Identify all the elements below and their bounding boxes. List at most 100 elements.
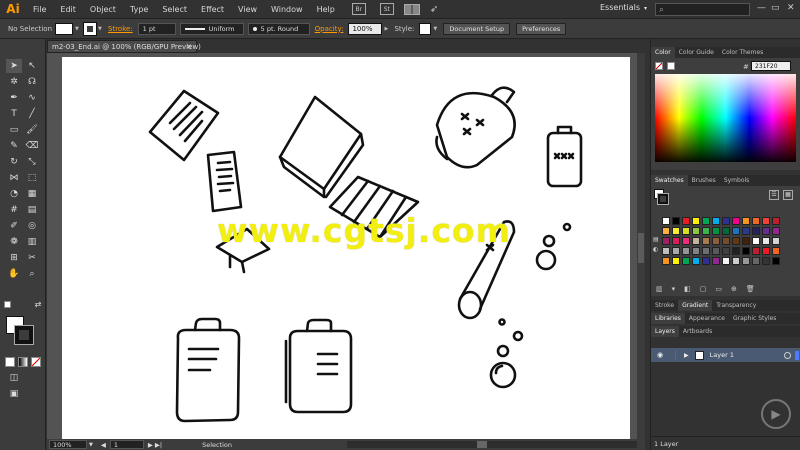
tab-swatches[interactable]: Swatches <box>651 175 688 186</box>
tab-artboards[interactable]: Artboards <box>679 326 716 337</box>
color-swatch[interactable] <box>702 257 710 265</box>
tab-transparency[interactable]: Transparency <box>712 300 760 311</box>
color-swatch[interactable] <box>752 217 760 225</box>
document-tab[interactable]: m2-03_End.ai @ 100% (RGB/GPU Preview) ✕ <box>47 40 201 53</box>
width-tool-icon[interactable]: ⋈ <box>6 171 22 185</box>
layer-row[interactable]: ◉ ▶ Layer 1 <box>651 348 800 362</box>
chevron-down-icon[interactable]: ▼ <box>75 26 82 32</box>
close-window-button[interactable]: ✕ <box>787 3 795 13</box>
stock-button[interactable]: St <box>379 3 394 15</box>
tab-symbols[interactable]: Symbols <box>720 175 753 186</box>
color-swatch[interactable] <box>662 237 670 245</box>
draw-mode-icon[interactable]: ◫ <box>6 371 22 385</box>
color-swatch[interactable] <box>722 247 730 255</box>
tab-layers[interactable]: Layers <box>651 326 679 337</box>
document-setup-button[interactable]: Document Setup <box>443 22 511 35</box>
grid-view-icon[interactable]: ▦ <box>783 190 793 200</box>
eye-icon[interactable]: ◉ <box>657 351 667 359</box>
lock-column[interactable] <box>675 350 676 360</box>
rectangle-tool-icon[interactable]: ▭ <box>6 123 22 137</box>
artboard-tool-icon[interactable]: ⊞ <box>6 251 22 265</box>
menu-effect[interactable]: Effect <box>194 5 231 14</box>
color-swatch[interactable] <box>732 227 740 235</box>
stroke-swatch[interactable] <box>83 21 97 36</box>
color-swatch[interactable] <box>672 257 680 265</box>
opacity-label[interactable]: Opacity: <box>315 25 344 33</box>
canvas-area[interactable]: www.cgtsj.com <box>47 53 645 439</box>
show-kinds-icon[interactable]: ▾ <box>672 285 676 293</box>
pen-tool-icon[interactable]: ✒ <box>6 91 22 105</box>
trash-icon[interactable]: 🗑 <box>746 285 755 293</box>
eraser-tool-icon[interactable]: ⌫ <box>24 139 40 153</box>
color-swatch[interactable] <box>672 247 680 255</box>
color-swatch[interactable] <box>712 227 720 235</box>
hex-color-field[interactable]: 231F20 <box>751 61 791 71</box>
brush-definition[interactable]: 5 pt. Round <box>247 22 310 35</box>
color-swatch[interactable] <box>702 227 710 235</box>
menu-object[interactable]: Object <box>83 5 123 14</box>
tab-color[interactable]: Color <box>651 47 675 58</box>
color-swatch[interactable] <box>702 237 710 245</box>
scrollbar-thumb[interactable] <box>638 233 644 263</box>
direct-selection-tool-icon[interactable]: ↖ <box>24 59 40 73</box>
stroke-label[interactable]: Stroke: <box>108 25 133 33</box>
line-tool-icon[interactable]: ╱ <box>24 107 40 121</box>
chevron-down-icon[interactable]: ▼ <box>98 26 105 32</box>
none-mode-icon[interactable] <box>31 357 41 367</box>
target-icon[interactable] <box>784 351 791 359</box>
color-swatch[interactable] <box>732 247 740 255</box>
layer-name[interactable]: Layer 1 <box>710 351 734 359</box>
minimize-button[interactable]: — <box>757 3 766 13</box>
graphic-style-swatch[interactable] <box>419 22 432 35</box>
stroke-swatch-mini[interactable] <box>657 193 669 205</box>
next-artboard-icon[interactable]: ▶ <box>148 441 153 449</box>
free-transform-tool-icon[interactable]: ⬚ <box>24 171 40 185</box>
chevron-down-icon[interactable]: ▼ <box>433 26 440 32</box>
vertical-scrollbar[interactable] <box>637 53 645 439</box>
curvature-tool-icon[interactable]: ∿ <box>24 91 40 105</box>
color-swatch[interactable] <box>742 237 750 245</box>
color-swatch[interactable] <box>762 247 770 255</box>
color-swatch[interactable] <box>692 237 700 245</box>
color-swatch[interactable] <box>682 227 690 235</box>
color-swatch[interactable] <box>722 227 730 235</box>
stroke-weight-field[interactable]: 1 pt <box>137 22 176 35</box>
symbol-sprayer-tool-icon[interactable]: ❁ <box>6 235 22 249</box>
previous-artboard-icon[interactable]: ◀ <box>101 441 106 449</box>
color-swatch[interactable] <box>672 217 680 225</box>
variable-width-profile[interactable]: Uniform <box>179 22 244 35</box>
shape-builder-tool-icon[interactable]: ◔ <box>6 187 22 201</box>
color-group-icon[interactable]: ▢ <box>700 285 707 293</box>
none-color-icon[interactable] <box>655 62 663 70</box>
color-swatch[interactable] <box>692 257 700 265</box>
color-swatch[interactable] <box>722 217 730 225</box>
color-swatch[interactable] <box>672 227 680 235</box>
gradient-tool-icon[interactable]: ▤ <box>24 203 40 217</box>
color-swatch[interactable] <box>732 237 740 245</box>
color-swatch[interactable] <box>772 217 780 225</box>
color-swatch[interactable] <box>762 217 770 225</box>
opacity-field[interactable]: 100% <box>348 22 383 35</box>
eyedropper-tool-icon[interactable]: ✐ <box>6 219 22 233</box>
color-swatch[interactable] <box>752 227 760 235</box>
color-swatch[interactable] <box>732 217 740 225</box>
color-swatch[interactable] <box>732 257 740 265</box>
rotate-tool-icon[interactable]: ↻ <box>6 155 22 169</box>
color-swatch[interactable] <box>712 257 720 265</box>
color-swatch[interactable] <box>752 237 760 245</box>
color-swatch[interactable] <box>662 227 670 235</box>
library-menu-icon[interactable]: ▥ <box>656 285 663 293</box>
swatch-libraries-icon[interactable]: ▤ <box>653 236 659 243</box>
tab-color-guide[interactable]: Color Guide <box>675 47 718 58</box>
zoom-field[interactable]: 100% <box>49 440 87 449</box>
menu-help[interactable]: Help <box>310 5 342 14</box>
tab-stroke[interactable]: Stroke <box>651 300 678 311</box>
tab-brushes[interactable]: Brushes <box>688 175 720 186</box>
color-swatch[interactable] <box>722 257 730 265</box>
tab-gradient[interactable]: Gradient <box>678 300 713 311</box>
color-swatch[interactable] <box>742 227 750 235</box>
menu-window[interactable]: Window <box>264 5 310 14</box>
folder-icon[interactable]: ▭ <box>715 285 722 293</box>
scale-tool-icon[interactable]: ⤡ <box>24 155 40 169</box>
color-swatch[interactable] <box>692 217 700 225</box>
